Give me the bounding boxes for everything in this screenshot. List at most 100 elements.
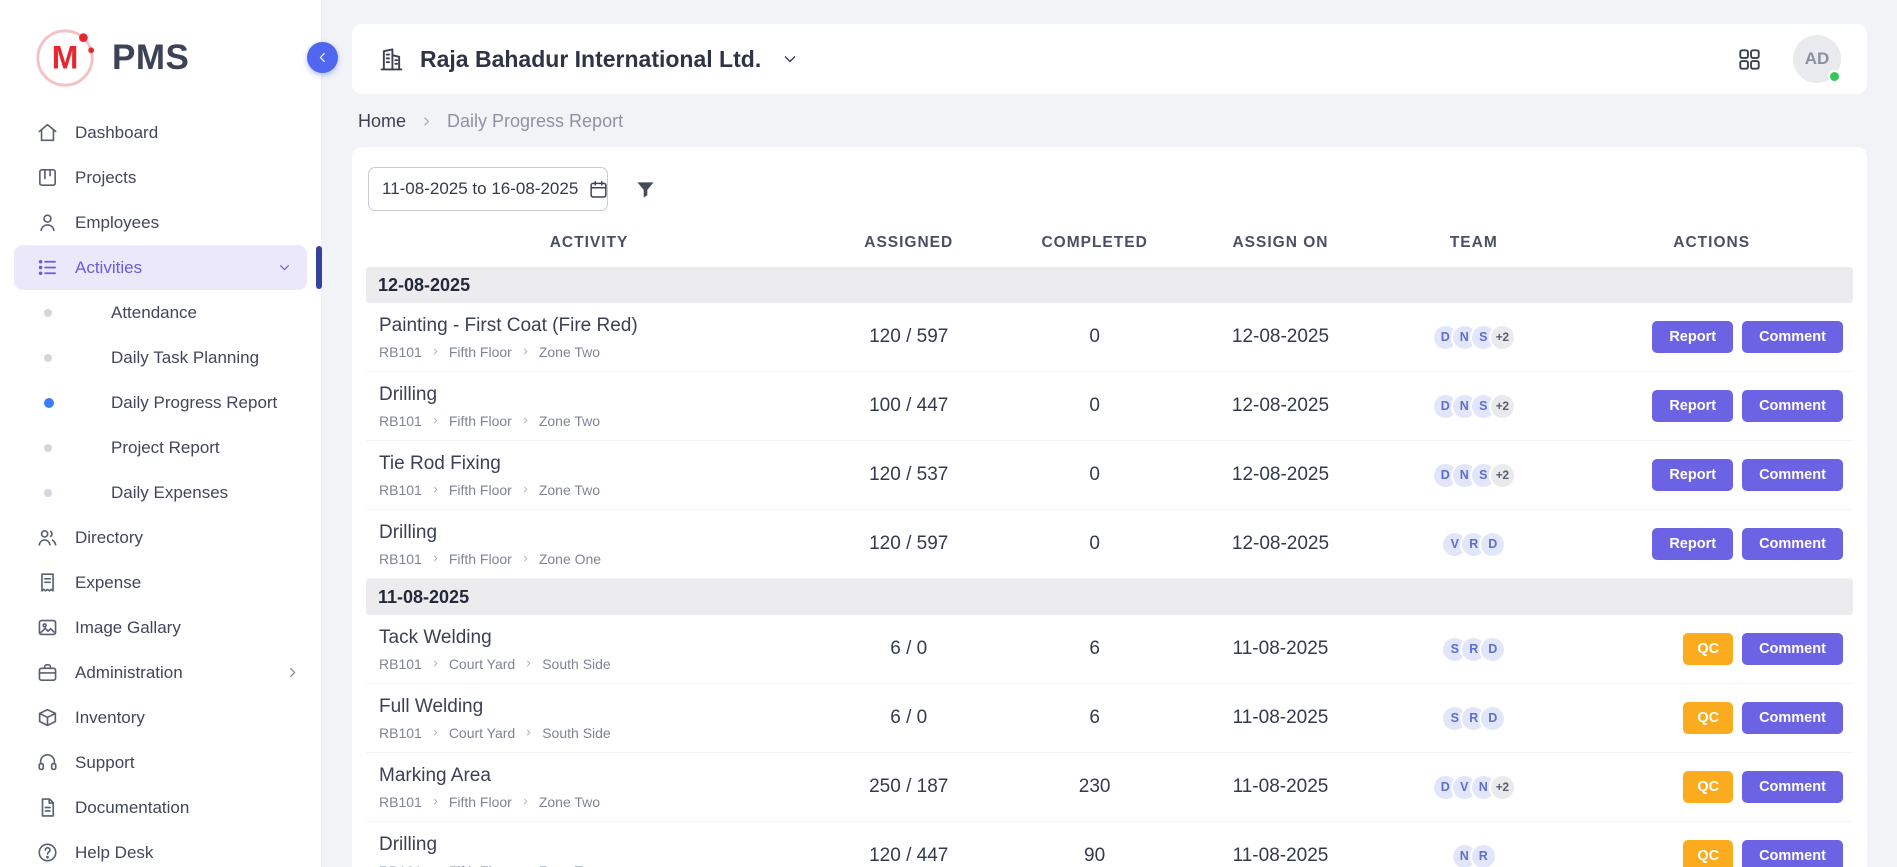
path-segment: RB101 xyxy=(379,413,422,429)
calendar-icon xyxy=(588,179,609,200)
team-avatars: VRD xyxy=(1377,531,1570,558)
team-extra-count[interactable]: +2 xyxy=(1489,462,1516,489)
report-button[interactable]: Report xyxy=(1652,459,1733,491)
actions-cell: QC Comment xyxy=(1570,771,1853,803)
path-segment: RB101 xyxy=(379,344,422,360)
team-extra-count[interactable]: +2 xyxy=(1489,393,1516,420)
team-extra-count[interactable]: +2 xyxy=(1489,774,1516,801)
qc-button[interactable]: QC xyxy=(1683,633,1733,665)
inventory-icon xyxy=(36,706,59,729)
activity-cell: Tack WeldingRB101Court YardSouth Side xyxy=(366,627,812,672)
breadcrumb: Home Daily Progress Report xyxy=(358,111,1861,132)
column-header-activity: ACTIVITY xyxy=(366,234,812,252)
chevron-right-icon xyxy=(520,553,531,564)
sidebar-item-help-desk[interactable]: Help Desk xyxy=(0,830,321,867)
sidebar-item-activities[interactable]: Activities xyxy=(14,245,307,290)
comment-button[interactable]: Comment xyxy=(1742,321,1843,353)
apps-grid-icon[interactable] xyxy=(1736,46,1763,73)
sidebar-item-directory[interactable]: Directory xyxy=(0,515,321,560)
company-selector[interactable]: Raja Bahadur International Ltd. xyxy=(378,46,800,73)
sidebar-item-label: Expense xyxy=(75,573,301,593)
report-button[interactable]: Report xyxy=(1652,321,1733,353)
sidebar-subitem-label: Project Report xyxy=(111,438,220,458)
sidebar-item-support[interactable]: Support xyxy=(0,740,321,785)
activity-location-path: RB101 Fifth Floor Zone One xyxy=(379,551,812,567)
sidebar-subitem-daily-expenses[interactable]: Daily Expenses xyxy=(0,470,321,515)
completed-value: 6 xyxy=(1005,707,1183,729)
chevron-left-icon xyxy=(314,49,331,66)
chevron-right-icon xyxy=(430,553,441,564)
team-avatars: SRD xyxy=(1377,636,1570,663)
sidebar-subitem-attendance[interactable]: Attendance xyxy=(0,290,321,335)
path-segment: Fifth Floor xyxy=(449,551,512,567)
activity-row: Painting - First Coat (Fire Red)RB101Fif… xyxy=(366,303,1853,372)
actions-cell: Report Comment xyxy=(1570,459,1853,491)
gallery-icon xyxy=(36,616,59,639)
team-avatars: DNS+2 xyxy=(1377,324,1570,351)
comment-button[interactable]: Comment xyxy=(1742,702,1843,734)
sidebar-item-inventory[interactable]: Inventory xyxy=(0,695,321,740)
chevron-right-icon xyxy=(520,415,531,426)
assigned-value: 6 / 0 xyxy=(812,707,1005,729)
sidebar-item-documentation[interactable]: Documentation xyxy=(0,785,321,830)
assigned-value: 250 / 187 xyxy=(812,776,1005,798)
comment-button[interactable]: Comment xyxy=(1742,390,1843,422)
chevron-right-icon xyxy=(430,346,441,357)
path-segment: RB101 xyxy=(379,656,422,672)
comment-button[interactable]: Comment xyxy=(1742,633,1843,665)
qc-button[interactable]: QC xyxy=(1683,840,1733,867)
team-member-avatar[interactable]: R xyxy=(1470,843,1497,867)
sidebar-item-employees[interactable]: Employees xyxy=(0,200,321,245)
actions-cell: QC Comment xyxy=(1570,633,1853,665)
sidebar-item-dashboard[interactable]: Dashboard xyxy=(0,110,321,155)
team-member-avatar[interactable]: D xyxy=(1479,636,1506,663)
comment-button[interactable]: Comment xyxy=(1742,528,1843,560)
sidebar-item-projects[interactable]: Projects xyxy=(0,155,321,200)
path-segment: Zone One xyxy=(539,551,601,567)
breadcrumb-current: Daily Progress Report xyxy=(447,111,623,132)
actions-cell: Report Comment xyxy=(1570,321,1853,353)
user-avatar[interactable]: AD xyxy=(1793,35,1841,83)
activity-row: DrillingRB101Fifth FloorZone Two100 / 44… xyxy=(366,372,1853,441)
sidebar-item-image-gallary[interactable]: Image Gallary xyxy=(0,605,321,650)
bullet-dot-icon xyxy=(44,309,52,317)
topbar: Raja Bahadur International Ltd. AD xyxy=(352,24,1867,94)
qc-button[interactable]: QC xyxy=(1683,702,1733,734)
qc-button[interactable]: QC xyxy=(1683,771,1733,803)
filter-icon[interactable] xyxy=(634,178,657,201)
comment-button[interactable]: Comment xyxy=(1742,840,1843,867)
toolbar: 11-08-2025 to 16-08-2025 xyxy=(368,167,1851,211)
actions-cell: Report Comment xyxy=(1570,528,1853,560)
activity-location-path: RB101Fifth FloorZone Two xyxy=(379,344,812,360)
documentation-icon xyxy=(36,796,59,819)
team-extra-count[interactable]: +2 xyxy=(1489,324,1516,351)
path-segment: Fifth Floor xyxy=(449,794,512,810)
sidebar-subitem-daily-task-planning[interactable]: Daily Task Planning xyxy=(0,335,321,380)
sidebar-item-expense[interactable]: Expense xyxy=(0,560,321,605)
chevron-right-icon xyxy=(430,727,441,738)
sidebar: M PMS DashboardProjectsEmployeesActiviti… xyxy=(0,0,322,867)
assign-on-value: 12-08-2025 xyxy=(1184,395,1377,417)
date-range-input[interactable]: 11-08-2025 to 16-08-2025 xyxy=(368,167,608,211)
breadcrumb-home[interactable]: Home xyxy=(358,111,406,132)
expense-icon xyxy=(36,571,59,594)
team-member-avatar[interactable]: D xyxy=(1479,531,1506,558)
sidebar-item-administration[interactable]: Administration xyxy=(0,650,321,695)
activity-name: Full Welding xyxy=(379,696,812,718)
path-segment: RB101 xyxy=(379,551,422,567)
assign-on-value: 12-08-2025 xyxy=(1184,464,1377,486)
sidebar-collapse-button[interactable] xyxy=(307,42,338,73)
team-member-avatar[interactable]: D xyxy=(1479,705,1506,732)
comment-button[interactable]: Comment xyxy=(1742,771,1843,803)
activity-cell: Marking AreaRB101Fifth FloorZone Two xyxy=(366,765,812,810)
sidebar-subitem-project-report[interactable]: Project Report xyxy=(0,425,321,470)
administration-icon xyxy=(36,661,59,684)
report-button[interactable]: Report xyxy=(1652,390,1733,422)
comment-button[interactable]: Comment xyxy=(1742,459,1843,491)
sidebar-subitem-daily-progress-report[interactable]: Daily Progress Report xyxy=(0,380,321,425)
actions-cell: QC Comment xyxy=(1570,840,1853,867)
path-segment: RB101 xyxy=(379,863,422,867)
report-button[interactable]: Report xyxy=(1652,528,1733,560)
sidebar-subitem-label: Daily Expenses xyxy=(111,483,228,503)
projects-icon xyxy=(36,166,59,189)
